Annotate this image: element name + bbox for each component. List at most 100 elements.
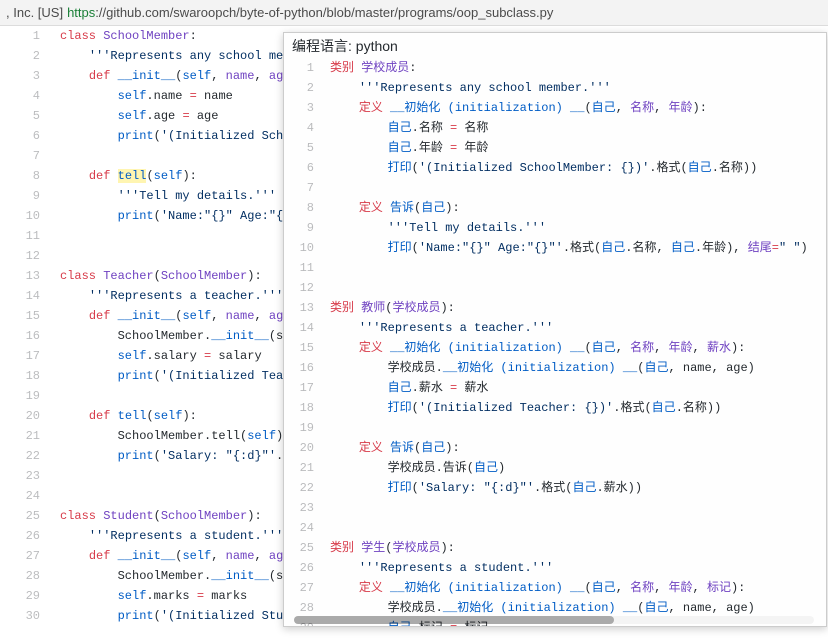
line-number: 17 — [284, 378, 324, 398]
line-number[interactable]: 6 — [0, 126, 50, 146]
line-number[interactable]: 12 — [0, 246, 50, 266]
line-number: 23 — [284, 498, 324, 518]
line-number: 24 — [284, 518, 324, 538]
line-number[interactable]: 22 — [0, 446, 50, 466]
code-content: 自己.薪水 = 薪水 — [324, 378, 826, 398]
line-number[interactable]: 26 — [0, 526, 50, 546]
line-number[interactable]: 21 — [0, 426, 50, 446]
line-number: 14 — [284, 318, 324, 338]
line-number[interactable]: 15 — [0, 306, 50, 326]
code-line: 10 打印('Name:"{}" Age:"{}"'.格式(自己.名称, 自己.… — [284, 238, 826, 258]
line-number: 11 — [284, 258, 324, 278]
scrollbar-thumb[interactable] — [294, 616, 614, 624]
line-number[interactable]: 11 — [0, 226, 50, 246]
code-line: 24 — [284, 518, 826, 538]
browser-url-bar[interactable]: , Inc. [US] https://github.com/swaroopch… — [0, 0, 828, 26]
code-line: 3 定义 __初始化 (initialization) __(自己, 名称, 年… — [284, 98, 826, 118]
url-field[interactable]: https://github.com/swaroopch/byte-of-pyt… — [67, 5, 553, 20]
code-content: 学校成员.__初始化 (initialization) __(自己, name,… — [324, 358, 826, 378]
line-number: 21 — [284, 458, 324, 478]
code-line: 1类别 学校成员: — [284, 58, 826, 78]
line-number: 26 — [284, 558, 324, 578]
line-number[interactable]: 1 — [0, 26, 50, 46]
code-line: 23 — [284, 498, 826, 518]
line-number: 15 — [284, 338, 324, 358]
code-content: 定义 告诉(自己): — [324, 198, 826, 218]
line-number[interactable]: 23 — [0, 466, 50, 486]
line-number: 18 — [284, 398, 324, 418]
code-line: 26 '''Represents a student.''' — [284, 558, 826, 578]
line-number[interactable]: 10 — [0, 206, 50, 226]
code-line: 17 自己.薪水 = 薪水 — [284, 378, 826, 398]
code-line: 15 定义 __初始化 (initialization) __(自己, 名称, … — [284, 338, 826, 358]
code-line: 14 '''Represents a teacher.''' — [284, 318, 826, 338]
line-number[interactable]: 29 — [0, 586, 50, 606]
line-number: 3 — [284, 98, 324, 118]
code-line: 16 学校成员.__初始化 (initialization) __(自己, na… — [284, 358, 826, 378]
line-number[interactable]: 30 — [0, 606, 50, 626]
line-number: 20 — [284, 438, 324, 458]
code-content: 定义 __初始化 (initialization) __(自己, 名称, 年龄,… — [324, 338, 826, 358]
code-content: 定义 告诉(自己): — [324, 438, 826, 458]
code-line: 4 自己.名称 = 名称 — [284, 118, 826, 138]
code-content — [324, 518, 826, 538]
code-content: 打印('(Initialized Teacher: {})'.格式(自己.名称)… — [324, 398, 826, 418]
line-number: 5 — [284, 138, 324, 158]
code-content: 类别 教师(学校成员): — [324, 298, 826, 318]
code-line: 21 学校成员.告诉(自己) — [284, 458, 826, 478]
line-number: 22 — [284, 478, 324, 498]
code-line: 19 — [284, 418, 826, 438]
line-number[interactable]: 19 — [0, 386, 50, 406]
code-line: 7 — [284, 178, 826, 198]
code-content: 定义 __初始化 (initialization) __(自己, 名称, 年龄)… — [324, 98, 826, 118]
line-number: 19 — [284, 418, 324, 438]
code-content: 学校成员.__初始化 (initialization) __(自己, name,… — [324, 598, 826, 618]
line-number: 27 — [284, 578, 324, 598]
code-line: 9 '''Tell my details.''' — [284, 218, 826, 238]
line-number: 13 — [284, 298, 324, 318]
line-number[interactable]: 8 — [0, 166, 50, 186]
line-number: 28 — [284, 598, 324, 618]
line-number[interactable]: 20 — [0, 406, 50, 426]
line-number[interactable]: 18 — [0, 366, 50, 386]
code-content: 类别 学生(学校成员): — [324, 538, 826, 558]
code-line: 13类别 教师(学校成员): — [284, 298, 826, 318]
code-line: 20 定义 告诉(自己): — [284, 438, 826, 458]
code-line: 5 自己.年龄 = 年龄 — [284, 138, 826, 158]
line-number[interactable]: 7 — [0, 146, 50, 166]
line-number: 10 — [284, 238, 324, 258]
line-number[interactable]: 3 — [0, 66, 50, 86]
line-number[interactable]: 14 — [0, 286, 50, 306]
code-content: '''Tell my details.''' — [324, 218, 826, 238]
line-number[interactable]: 24 — [0, 486, 50, 506]
code-content: 打印('Salary: "{:d}"'.格式(自己.薪水)) — [324, 478, 826, 498]
overlay-horizontal-scrollbar[interactable] — [294, 616, 814, 624]
line-number: 7 — [284, 178, 324, 198]
line-number: 12 — [284, 278, 324, 298]
code-content: 打印('(Initialized SchoolMember: {})'.格式(自… — [324, 158, 826, 178]
line-number[interactable]: 28 — [0, 566, 50, 586]
line-number: 1 — [284, 58, 324, 78]
code-line: 18 打印('(Initialized Teacher: {})'.格式(自己.… — [284, 398, 826, 418]
code-line: 27 定义 __初始化 (initialization) __(自己, 名称, … — [284, 578, 826, 598]
line-number[interactable]: 13 — [0, 266, 50, 286]
line-number[interactable]: 9 — [0, 186, 50, 206]
line-number[interactable]: 16 — [0, 326, 50, 346]
line-number[interactable]: 4 — [0, 86, 50, 106]
line-number[interactable]: 27 — [0, 546, 50, 566]
line-number[interactable]: 25 — [0, 506, 50, 526]
line-number: 16 — [284, 358, 324, 378]
translation-overlay[interactable]: 编程语言: python 1类别 学校成员:2 '''Represents an… — [283, 32, 827, 627]
line-number: 2 — [284, 78, 324, 98]
code-content: 打印('Name:"{}" Age:"{}"'.格式(自己.名称, 自己.年龄)… — [324, 238, 826, 258]
line-number[interactable]: 17 — [0, 346, 50, 366]
code-content: 自己.年龄 = 年龄 — [324, 138, 826, 158]
code-content: '''Represents any school member.''' — [324, 78, 826, 98]
code-line: 28 学校成员.__初始化 (initialization) __(自己, na… — [284, 598, 826, 618]
code-content: 自己.名称 = 名称 — [324, 118, 826, 138]
code-line: 11 — [284, 258, 826, 278]
line-number[interactable]: 2 — [0, 46, 50, 66]
code-content — [324, 498, 826, 518]
line-number[interactable]: 5 — [0, 106, 50, 126]
line-number: 4 — [284, 118, 324, 138]
